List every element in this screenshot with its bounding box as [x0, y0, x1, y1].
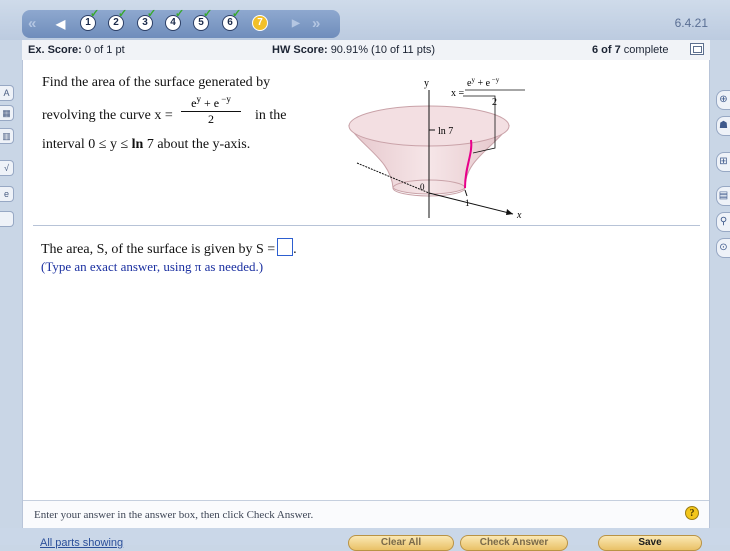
- right-tool-button-6[interactable]: ⊙: [716, 238, 730, 258]
- instructions-text: Enter your answer in the answer box, the…: [34, 509, 314, 521]
- x-axis-arrow: [506, 209, 513, 215]
- left-tool-button-2[interactable]: ▦: [0, 105, 14, 121]
- right-tool-button-3[interactable]: ⊞: [716, 152, 730, 172]
- question-panel: Find the area of the surface generated b…: [22, 60, 710, 529]
- one-tick: [464, 189, 468, 197]
- homework-score: HW Score: 90.91% (10 of 11 pts): [272, 44, 435, 56]
- instructions-bar: Enter your answer in the answer box, the…: [23, 500, 709, 529]
- question-nav-bar: « ◀ 1 ✓ 2 ✓ 3 ✓ 4 ✓ 5 ✓ 6 ✓ 7 ▶ » 6.4.21: [0, 0, 730, 40]
- one-label: 1: [465, 198, 470, 208]
- exercise-score: Ex. Score: 0 of 1 pt: [28, 44, 125, 56]
- question-line-2-suffix: in the: [255, 108, 287, 123]
- homework-score-value: 90.91% (10 of 11 pts): [330, 44, 436, 56]
- question-nav-pill: « ◀ 1 ✓ 2 ✓ 3 ✓ 4 ✓ 5 ✓ 6 ✓ 7 ▶ »: [22, 9, 340, 38]
- clear-all-button[interactable]: Clear All: [348, 535, 454, 551]
- right-tool-button-5[interactable]: ⚲: [716, 212, 730, 232]
- next-question-button[interactable]: ▶: [292, 15, 300, 33]
- figure-equation-lhs: x =: [451, 88, 465, 99]
- question-line-3: interval 0 ≤ y ≤ ln 7 about the y-axis.: [42, 137, 251, 152]
- answer-input-box[interactable]: [277, 238, 294, 256]
- question-button-7[interactable]: 7: [252, 15, 268, 31]
- curve-fraction-denominator: 2: [208, 112, 214, 126]
- right-tool-button-2[interactable]: ☗: [716, 116, 730, 136]
- answer-prompt-line: The area, S, of the surface is given by …: [41, 238, 297, 258]
- previous-question-button[interactable]: ◀: [56, 15, 65, 33]
- answer-hint: (Type an exact answer, using π as needed…: [41, 259, 264, 274]
- left-tool-button-1[interactable]: A: [0, 85, 14, 101]
- surface-of-revolution-figure: y x ln 7 0 1 x = ey + e −y 2: [348, 76, 525, 221]
- question-line-1: Find the area of the surface generated b…: [42, 75, 271, 90]
- left-tool-button-3[interactable]: ▥: [0, 128, 14, 144]
- curve-fraction-numerator: ey + e −y: [181, 94, 241, 112]
- question-complete-check-icon: ✓: [232, 8, 242, 20]
- expand-window-icon[interactable]: [690, 43, 704, 55]
- save-button[interactable]: Save: [598, 535, 702, 551]
- figure-equation-numerator: ey + e −y: [467, 76, 500, 89]
- right-tool-button-1[interactable]: ⊕: [716, 90, 730, 110]
- figure-equation-denominator: 2: [492, 97, 497, 108]
- section-divider: [33, 225, 700, 226]
- last-question-button[interactable]: »: [312, 15, 320, 33]
- exercise-score-label: Ex. Score:: [28, 44, 82, 56]
- completion-count: 6 of 7: [592, 44, 621, 56]
- homework-score-label: HW Score:: [272, 44, 328, 56]
- x-axis: [428, 192, 514, 215]
- all-parts-showing-link[interactable]: All parts showing: [40, 537, 123, 549]
- ln7-label: ln 7: [438, 126, 453, 137]
- curve-fraction: ey + e −y 2: [181, 94, 241, 127]
- score-bar: Ex. Score: 0 of 1 pt HW Score: 90.91% (1…: [22, 40, 710, 61]
- right-tool-button-4[interactable]: ▤: [716, 186, 730, 206]
- answer-prompt: The area, S, of the surface is given by …: [41, 242, 276, 257]
- answer-period: .: [293, 242, 297, 257]
- version-number: 6.4.21: [674, 16, 708, 30]
- first-question-button[interactable]: «: [28, 15, 36, 33]
- completion-label: complete: [623, 44, 669, 56]
- check-answer-button[interactable]: Check Answer: [460, 535, 568, 551]
- bottom-toolbar: All parts showing Clear All Check Answer…: [0, 528, 730, 551]
- x-axis-label: x: [516, 210, 522, 221]
- left-tool-button-5[interactable]: e: [0, 186, 14, 202]
- left-tool-button-6[interactable]: [0, 211, 14, 227]
- completion-status: 6 of 7 complete: [592, 44, 668, 56]
- left-tool-button-4[interactable]: √: [0, 160, 14, 176]
- help-icon[interactable]: ?: [685, 506, 699, 520]
- origin-label: 0: [420, 182, 425, 192]
- question-line-2-prefix: revolving the curve x =: [42, 108, 173, 123]
- y-axis-label: y: [424, 78, 429, 89]
- exercise-score-value: 0 of 1 pt: [84, 44, 125, 56]
